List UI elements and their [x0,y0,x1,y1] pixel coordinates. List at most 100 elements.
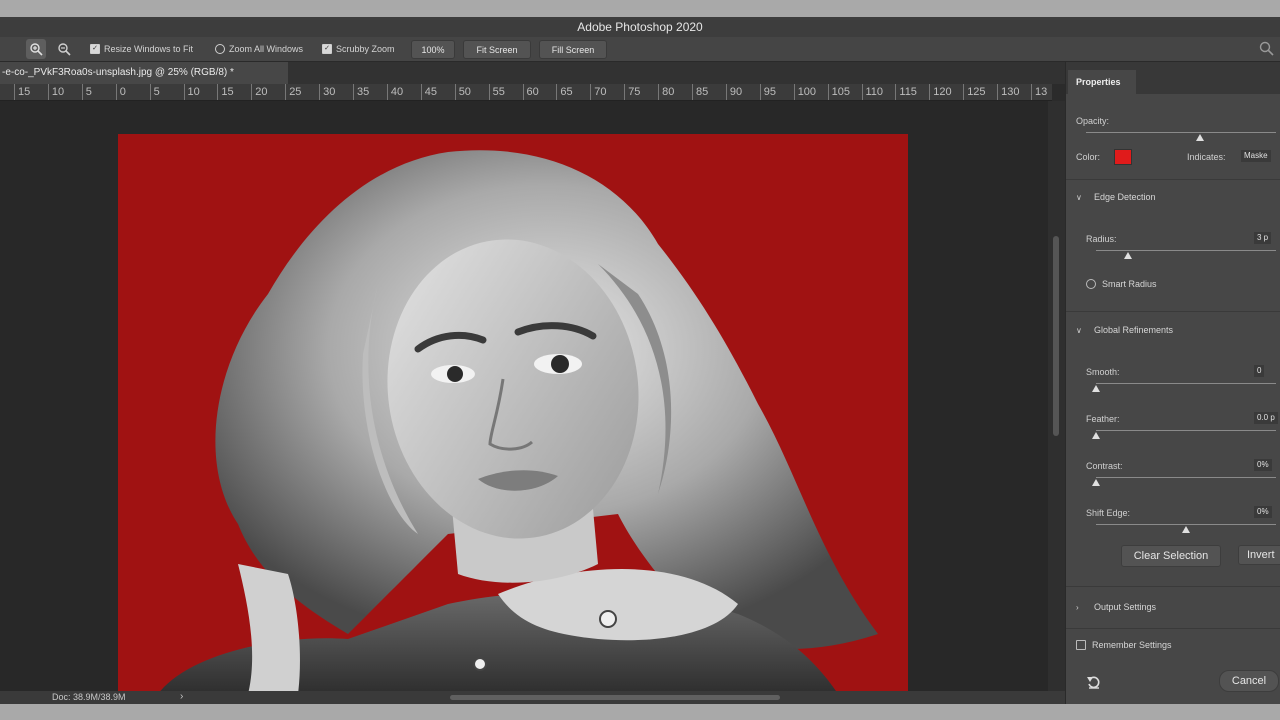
top-frame-strip [0,0,1280,17]
contrast-slider-track[interactable] [1096,477,1276,478]
zoom-out-button[interactable] [54,39,74,59]
ruler-tick-mark [725,84,727,100]
chevron-down-icon: ∨ [1076,192,1082,202]
shift-edge-slider-thumb[interactable] [1182,526,1190,533]
resize-windows-checkbox[interactable]: ✓ Resize Windows to Fit [90,37,193,61]
ruler-tick-mark [861,84,863,100]
opacity-slider-track[interactable] [1086,132,1276,133]
contrast-slider-thumb[interactable] [1092,479,1100,486]
search-icon [1259,41,1274,56]
scrubby-zoom-label: Scrubby Zoom [336,44,395,54]
zoom-in-icon [30,43,43,56]
ruler-tick-mark [217,84,219,100]
global-refinements-header[interactable]: ∨ Global Refinements [1076,325,1173,335]
shift-edge-value[interactable]: 0% [1254,506,1272,518]
smooth-value[interactable]: 0 [1254,365,1265,377]
tab-properties[interactable]: Properties [1068,70,1136,94]
ruler-tick-label: 15 [18,86,31,98]
fit-screen-label: Fit Screen [476,44,518,55]
search-button[interactable] [1259,41,1274,61]
ruler-tick-mark [895,84,897,100]
ruler-tick-mark [692,84,693,100]
invert-label: Invert [1247,549,1275,561]
zoom-out-icon [58,43,71,56]
properties-tab-label: Properties [1076,77,1121,87]
scrubby-zoom-checkbox[interactable]: ✓ Scrubby Zoom [322,37,395,61]
fill-screen-button[interactable]: Fill Screen [539,40,607,59]
ruler-tick-mark [624,84,626,100]
horizontal-ruler: 15 10 5 0 5 10 15 20 25 30 35 40 45 50 55 60 65 70 75 80 85 9… [0,84,1052,101]
ruler-tick-mark [353,84,354,100]
smooth-slider-track[interactable] [1096,383,1276,384]
feather-label: Feather: [1086,414,1120,424]
ruler-tick-label: 10 [187,86,200,98]
ruler-tick-label: 5 [85,86,92,98]
feather-slider-thumb[interactable] [1092,432,1100,439]
status-arrow-icon[interactable]: › [180,691,183,702]
ruler-tick-mark [183,84,185,100]
ruler-tick-label: 75 [628,86,641,98]
ruler-tick-label: 5 [153,86,160,98]
contrast-value[interactable]: 0% [1254,459,1272,471]
fit-screen-button[interactable]: Fit Screen [463,40,531,59]
vertical-scrollbar[interactable] [1048,101,1065,691]
shift-edge-label: Shift Edge: [1086,508,1131,518]
ruler-tick-label: 13 [1035,86,1048,98]
indicates-dropdown[interactable]: Maske [1241,150,1271,162]
reset-button[interactable] [1086,674,1102,695]
ruler-tick-label: 40 [390,86,404,98]
cancel-button[interactable]: Cancel [1219,670,1279,692]
ruler-tick-mark [556,84,558,100]
ruler-tick-label: 45 [424,86,438,98]
checkbox-checked-icon: ✓ [90,44,100,54]
ruler-tick-mark [14,84,15,100]
remember-settings-label: Remember Settings [1092,640,1172,650]
horizontal-scroll-thumb[interactable] [450,695,780,700]
document-tab[interactable]: -e-co-_PVkF3Roa0s-unsplash.jpg @ 25% (RG… [0,62,288,84]
zoom-100-button[interactable]: 100% [411,40,455,59]
ruler-tick-mark [115,84,117,100]
doc-size-status: Doc: 38.9M/38.9M [52,692,126,702]
zoom-all-windows-checkbox[interactable]: Zoom All Windows [215,37,303,61]
contrast-label: Contrast: [1086,461,1123,471]
ruler-tick-mark [251,84,253,100]
indicates-label: Indicates: [1187,152,1226,162]
panel-divider [1066,628,1280,629]
edge-detection-header[interactable]: ∨ Edge Detection [1076,192,1156,202]
zoom-in-button[interactable] [26,39,46,59]
feather-slider-track[interactable] [1096,430,1276,431]
ruler-tick-mark [997,84,999,100]
radius-value[interactable]: 3 p [1254,232,1272,244]
canvas-area[interactable] [0,101,1048,691]
ruler-tick-mark [963,84,965,100]
panel-divider [1066,311,1280,312]
resize-windows-label: Resize Windows to Fit [104,44,194,54]
opacity-slider-thumb[interactable] [1196,134,1204,141]
remember-settings-checkbox[interactable]: Remember Settings [1076,640,1172,650]
invert-button[interactable]: Invert [1238,545,1280,565]
clear-selection-button[interactable]: Clear Selection [1121,545,1221,567]
ruler-tick-label: 90 [729,86,743,98]
ruler-tick-label: 50 [458,86,471,98]
zoom-value: 100% [421,44,445,55]
ruler-tick-label: 0 [119,86,126,98]
ruler-tick-mark [759,84,761,100]
shift-edge-slider-track[interactable] [1096,524,1276,525]
document-image[interactable] [118,134,908,691]
color-swatch[interactable] [1114,149,1132,165]
smooth-slider-thumb[interactable] [1092,385,1100,392]
ruler-tick-label: 30 [323,86,336,98]
smart-radius-checkbox[interactable]: Smart Radius [1086,279,1157,289]
ruler-tick-label: 105 [831,86,850,98]
window-title: Adobe Photoshop 2020 [577,20,703,34]
vertical-scroll-thumb[interactable] [1053,236,1059,436]
radius-slider-thumb[interactable] [1124,252,1133,259]
feather-value[interactable]: 0.0 p [1254,412,1278,424]
smart-radius-label: Smart Radius [1102,279,1157,289]
radius-slider-track[interactable] [1096,250,1276,251]
output-settings-title: Output Settings [1094,602,1157,612]
ruler-tick-mark [319,84,321,100]
ruler-tick-label: 10 [51,86,65,98]
output-settings-header[interactable]: › Output Settings [1076,602,1156,612]
ruler-tick-label: 65 [560,86,573,98]
